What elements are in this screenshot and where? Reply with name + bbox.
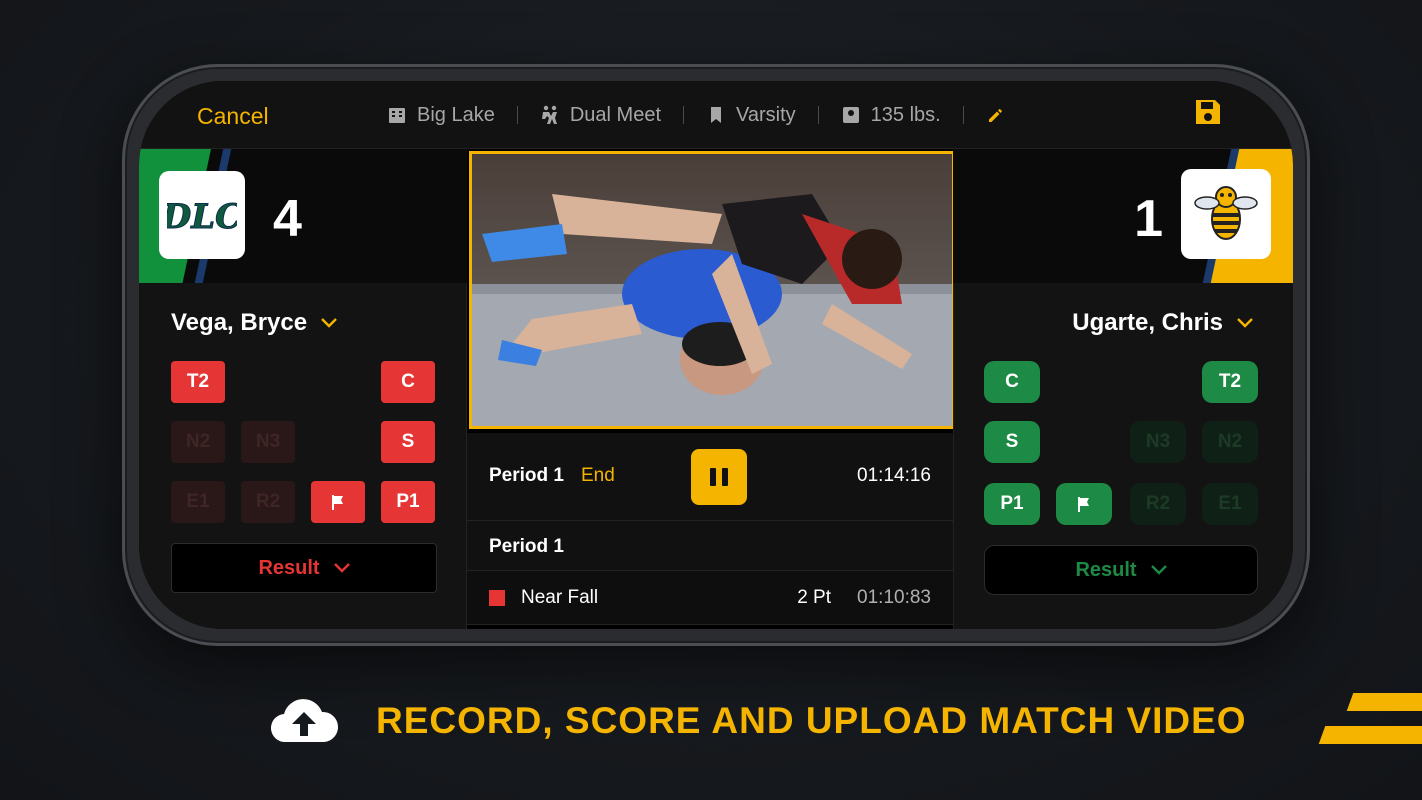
bookmark-icon [711,107,721,123]
divider [817,106,819,124]
left-penalty-button[interactable]: P1 [381,481,435,523]
chevron-down-icon [1237,318,1253,328]
right-escape-button[interactable]: E1 [1202,483,1258,525]
period-bar: Period 1 End 01:14:16 [467,433,953,521]
red-marker-icon [489,590,505,606]
left-stalling-button[interactable]: S [381,421,435,463]
left-wrestler-name: Vega, Bryce [171,309,308,336]
flag-icon [1078,497,1089,512]
divider [683,106,684,124]
wrestlers-icon [541,105,557,124]
right-wrestler-selector[interactable]: Ugarte, Chris [1072,309,1253,337]
level-info: Varsity [706,104,796,127]
current-period: Period 1 [489,465,564,486]
dlc-logo: DLC [167,197,237,238]
right-wrestler-name: Ugarte, Chris [1072,309,1223,336]
log-action: Near Fall [521,587,599,608]
right-result-label: Result [1075,558,1137,581]
decorative-stripe [1318,726,1422,744]
decorative-stripe [1346,693,1422,711]
log-period-label: Period 1 [489,536,564,557]
left-flag-button[interactable] [311,481,365,523]
left-escape-button[interactable]: E1 [171,481,225,523]
pause-icon [722,468,728,486]
svg-text:DLC: DLC [167,197,237,237]
left-caution-button[interactable]: C [381,361,435,403]
match-info: Big Lake Dual Meet Varsity 135 lbs. [387,101,1006,129]
right-nearfall3-button[interactable]: N3 [1130,421,1186,463]
meet-type: Dual Meet [569,103,661,126]
scale-icon [842,107,859,123]
left-score: 4 [273,190,302,248]
flag-icon [332,495,343,510]
phone-frame: Cancel Big Lake Dual Meet Varsity 135 lb… [122,64,1310,646]
weight-info: 135 lbs. [841,104,941,127]
end-period-button[interactable]: End [581,465,615,487]
right-nearfall2-button[interactable]: N2 [1202,421,1258,463]
left-wrestler-selector[interactable]: Vega, Bryce [171,309,337,337]
cancel-button[interactable]: Cancel [197,103,269,130]
match-video[interactable] [469,151,955,429]
app-screen: Cancel Big Lake Dual Meet Varsity 135 lb… [139,81,1293,629]
left-nearfall2-button[interactable]: N2 [171,421,225,463]
wrestling-video-frame [472,154,952,426]
pencil-icon[interactable] [986,105,1006,125]
log-row[interactable]: Near Fall 2 Pt 01:10:83 [467,571,953,625]
chevron-down-icon [1150,565,1167,575]
left-team-header: DLC 4 [139,149,467,283]
right-result-dropdown[interactable]: Result [984,545,1258,595]
left-takedown-button[interactable]: T2 [171,361,225,403]
log-time: 01:10:83 [857,587,931,608]
log-points: 2 Pt [797,587,831,608]
divider [962,106,964,124]
right-score: 1 [1134,190,1163,248]
divider [516,106,518,124]
chevron-down-icon [321,318,337,328]
left-wrestler-panel: DLC 4 Vega, Bryce T2 C N2 N3 S E1 R2 P1 … [139,149,467,629]
promo-caption: RECORD, SCORE AND UPLOAD MATCH VIDEO [376,700,1247,741]
pause-button[interactable] [691,449,747,505]
left-team-logo: DLC [159,171,245,259]
match-center: Period 1 End 01:14:16 Period 1 Near Fall… [467,149,955,629]
school-info: Big Lake [387,104,495,127]
log-period-header: Period 1 [467,521,953,571]
left-result-label: Result [258,556,320,579]
school-name: Big Lake [417,103,495,126]
match-clock: 01:14:16 [857,465,931,486]
building-icon [389,108,405,123]
save-icon[interactable] [1193,97,1223,127]
weight-class: 135 lbs. [870,103,941,126]
left-reversal-button[interactable]: R2 [241,481,295,523]
yellow-jacket-logo [1194,186,1258,240]
right-wrestler-panel: 1 Ugarte, Chris C T2 S N3 N2 P1 R2 E1 Re… [953,149,1293,629]
right-stalling-button[interactable]: S [984,421,1040,463]
level: Varsity [736,103,796,126]
right-takedown-button[interactable]: T2 [1202,361,1258,403]
pause-icon [710,468,716,486]
right-flag-button[interactable] [1056,483,1112,525]
top-bar: Cancel Big Lake Dual Meet Varsity 135 lb… [139,81,1293,149]
right-caution-button[interactable]: C [984,361,1040,403]
right-penalty-button[interactable]: P1 [984,483,1040,525]
chevron-down-icon [333,563,350,573]
cloud-upload-icon [270,699,339,743]
right-team-header: 1 [953,149,1293,283]
left-result-dropdown[interactable]: Result [171,543,437,593]
meet-type-info: Dual Meet [540,104,661,127]
left-nearfall3-button[interactable]: N3 [241,421,295,463]
right-reversal-button[interactable]: R2 [1130,483,1186,525]
right-team-logo [1181,169,1271,259]
